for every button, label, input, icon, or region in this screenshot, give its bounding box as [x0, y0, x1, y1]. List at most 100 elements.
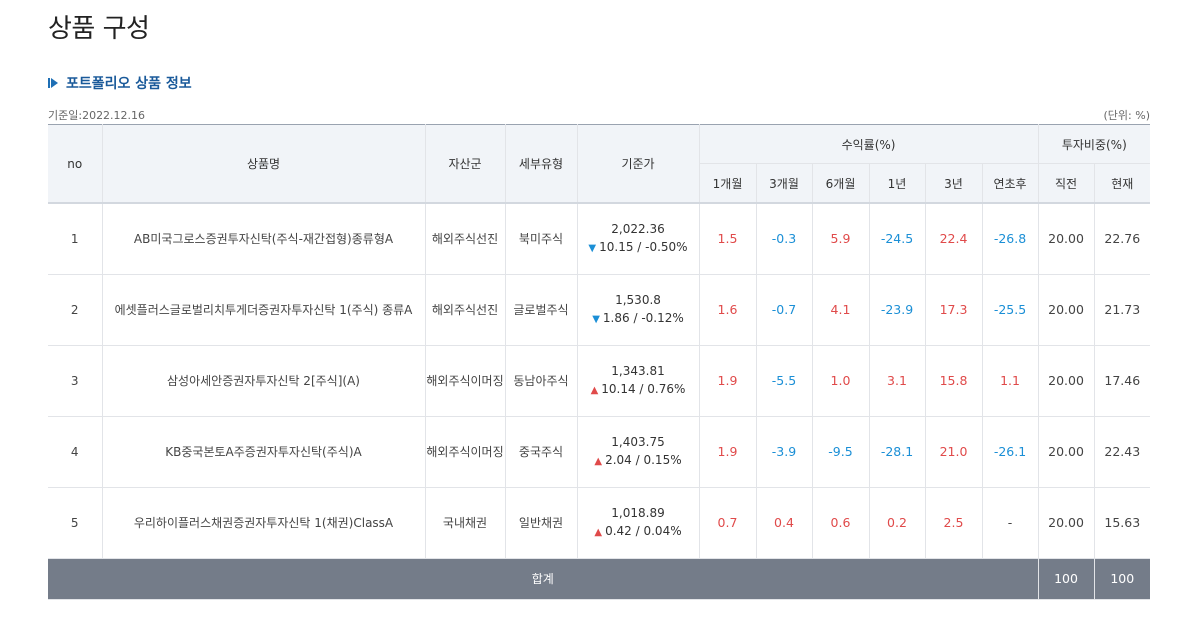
price-change: ▲ 2.04 / 0.15%	[578, 451, 699, 471]
base-price-cell: 1,403.75 ▲ 2.04 / 0.15%	[577, 416, 700, 488]
table-row: 4 KB중국본토A주증권자투자신탁(주식)A 해외주식이머징 중국주식 1,403.75…	[48, 416, 1151, 488]
product-name-link[interactable]: AB미국그로스증권투자신탁(주식-재간접형)종류형A	[134, 232, 393, 246]
base-price-cell: 1,530.8 ▼ 1.86 / -0.12%	[577, 274, 700, 346]
header-returns: 수익률(%)	[699, 124, 1039, 164]
price-change: ▼ 1.86 / -0.12%	[578, 309, 699, 329]
row-no: 5	[48, 487, 103, 559]
product-name-cell: KB중국본토A주증권자투자신탁(주식)A	[102, 416, 426, 488]
product-name-link[interactable]: 삼성아세안증권자투자신탁 2[주식](A)	[167, 374, 360, 388]
return-r3m: -5.5	[756, 345, 813, 417]
return-r6m: -9.5	[812, 416, 870, 488]
weight-prev: 20.00	[1038, 274, 1095, 346]
return-r6m: 5.9	[812, 203, 870, 275]
header-base-price: 기준가	[577, 124, 700, 204]
arrow-up-icon: ▲	[594, 455, 603, 467]
weight-prev: 20.00	[1038, 416, 1095, 488]
return-r3m: -0.3	[756, 203, 813, 275]
return-r3m: -3.9	[756, 416, 813, 488]
weight-prev: 20.00	[1038, 203, 1095, 275]
price-change-text: 10.14 / 0.76%	[601, 381, 686, 396]
product-name-link[interactable]: 에셋플러스글로벌리치투게더증권자투자신탁 1(주식) 종류A	[115, 303, 413, 317]
product-name-link[interactable]: KB중국본토A주증권자투자신탁(주식)A	[165, 445, 361, 459]
price-change-text: 1.86 / -0.12%	[602, 310, 684, 325]
return-r6m: 0.6	[812, 487, 870, 559]
header-1y: 1년	[869, 163, 926, 204]
table-row: 2 에셋플러스글로벌리치투게더증권자투자신탁 1(주식) 종류A 해외주식선진 글로벌…	[48, 274, 1151, 346]
base-date: 기준일:2022.12.16	[48, 109, 146, 122]
header-3m: 3개월	[756, 163, 813, 204]
return-r6m: 1.0	[812, 345, 870, 417]
base-price-cell: 1,343.81 ▲ 10.14 / 0.76%	[577, 345, 700, 417]
header-3y: 3년	[925, 163, 983, 204]
portfolio-table: no 상품명 자산군 세부유형 기준가 수익률(%) 투자비중(%) 1개월 3…	[48, 124, 1151, 600]
asset-class: 해외주식선진	[425, 274, 506, 346]
total-weight-prev: 100	[1038, 558, 1095, 600]
table-row: 3 삼성아세안증권자투자신탁 2[주식](A) 해외주식이머징 동남아주식 1,343.…	[48, 345, 1151, 417]
table-row: 1 AB미국그로스증권투자신탁(주식-재간접형)종류형A 해외주식선진 북미주식 2,0…	[48, 203, 1151, 275]
header-weight: 투자비중(%)	[1038, 124, 1151, 164]
price-change: ▼ 10.15 / -0.50%	[578, 238, 699, 258]
header-asset-class: 자산군	[425, 124, 506, 204]
return-r1m: 1.9	[699, 416, 757, 488]
return-r1y: -23.9	[869, 274, 926, 346]
weight-current: 22.43	[1094, 416, 1151, 488]
product-name-link[interactable]: 우리하이플러스채권증권자투자신탁 1(채권)ClassA	[134, 516, 393, 530]
product-name-cell: AB미국그로스증권투자신탁(주식-재간접형)종류형A	[102, 203, 426, 275]
return-r1y: -28.1	[869, 416, 926, 488]
arrow-up-icon: ▲	[590, 384, 599, 396]
header-no: no	[48, 124, 103, 204]
base-price-value: 2,022.36	[611, 221, 665, 236]
price-change: ▲ 10.14 / 0.76%	[578, 380, 699, 400]
price-change-text: 0.42 / 0.04%	[605, 523, 682, 538]
return-r1m: 0.7	[699, 487, 757, 559]
product-name-cell: 에셋플러스글로벌리치투게더증권자투자신탁 1(주식) 종류A	[102, 274, 426, 346]
section-header: 포트폴리오 상품 정보	[48, 73, 192, 93]
header-weight-current: 현재	[1094, 163, 1151, 204]
weight-current: 21.73	[1094, 274, 1151, 346]
weight-current: 15.63	[1094, 487, 1151, 559]
total-weight-current: 100	[1094, 558, 1151, 600]
play-triangle-icon	[48, 78, 58, 88]
return-r3y: 2.5	[925, 487, 983, 559]
return-r3y: 22.4	[925, 203, 983, 275]
base-price-value: 1,018.89	[611, 505, 665, 520]
arrow-down-icon: ▼	[588, 242, 597, 254]
row-no: 4	[48, 416, 103, 488]
price-change: ▲ 0.42 / 0.04%	[578, 522, 699, 542]
header-weight-prev: 직전	[1038, 163, 1095, 204]
weight-current: 22.76	[1094, 203, 1151, 275]
row-no: 1	[48, 203, 103, 275]
subtype: 일반채권	[505, 487, 578, 559]
return-r1y: 0.2	[869, 487, 926, 559]
return-r1m: 1.6	[699, 274, 757, 346]
arrow-up-icon: ▲	[594, 526, 603, 538]
header-6m: 6개월	[812, 163, 870, 204]
header-ytd: 연초후	[982, 163, 1039, 204]
section-title: 포트폴리오 상품 정보	[66, 76, 192, 92]
subtype: 동남아주식	[505, 345, 578, 417]
arrow-down-icon: ▼	[592, 313, 600, 325]
weight-prev: 20.00	[1038, 487, 1095, 559]
product-name-cell: 우리하이플러스채권증권자투자신탁 1(채권)ClassA	[102, 487, 426, 559]
asset-class: 해외주식이머징	[425, 345, 506, 417]
return-r1m: 1.5	[699, 203, 757, 275]
return-ytd: 1.1	[982, 345, 1039, 417]
return-r1y: -24.5	[869, 203, 926, 275]
row-no: 2	[48, 274, 103, 346]
return-r3m: 0.4	[756, 487, 813, 559]
header-1m: 1개월	[699, 163, 757, 204]
page: 상품 구성 포트폴리오 상품 정보 기준일:2022.12.16 (단위: %)…	[0, 0, 1200, 630]
asset-class: 국내채권	[425, 487, 506, 559]
return-ytd: -26.8	[982, 203, 1039, 275]
price-change-text: 2.04 / 0.15%	[605, 452, 682, 467]
base-price-value: 1,343.81	[611, 363, 665, 378]
return-r3y: 17.3	[925, 274, 983, 346]
return-r3m: -0.7	[756, 274, 813, 346]
return-r1y: 3.1	[869, 345, 926, 417]
return-r1m: 1.9	[699, 345, 757, 417]
return-r3y: 15.8	[925, 345, 983, 417]
unit-label: (단위: %)	[1103, 109, 1150, 122]
page-title: 상품 구성	[48, 14, 150, 44]
return-ytd: -26.1	[982, 416, 1039, 488]
return-ytd: -	[982, 487, 1039, 559]
